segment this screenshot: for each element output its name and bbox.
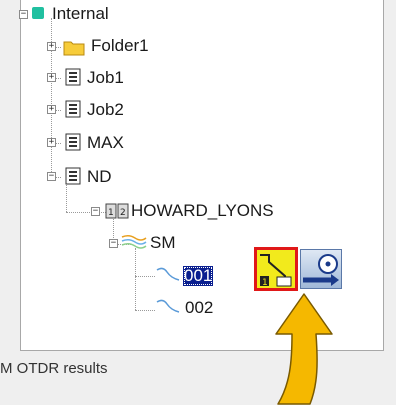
otdr-trace-icon: 1 <box>257 250 295 288</box>
expand-toggle[interactable]: + <box>47 42 56 51</box>
expand-toggle[interactable]: + <box>47 73 56 82</box>
root-icon <box>31 6 45 25</box>
tree-item-trace-001[interactable]: 001 <box>183 266 214 286</box>
tree-item-job1[interactable]: Job1 <box>87 68 124 88</box>
tree-item-sm[interactable]: SM <box>150 233 176 253</box>
expand-toggle[interactable]: + <box>47 138 56 147</box>
svg-text:1: 1 <box>108 208 114 218</box>
cable-icon: 12 <box>105 202 129 225</box>
tree-item-cable[interactable]: HOWARD_LYONS <box>131 201 274 221</box>
job-icon <box>65 68 81 91</box>
tree-line <box>135 248 136 310</box>
collapse-toggle[interactable]: − <box>19 10 28 19</box>
tree-item-job2[interactable]: Job2 <box>87 100 124 120</box>
job-icon <box>65 133 81 156</box>
caption-text: M OTDR results <box>0 360 108 377</box>
trace-icon <box>155 296 181 319</box>
collapse-toggle[interactable]: − <box>47 172 56 181</box>
measurement-icon <box>303 254 339 286</box>
tree-item-internal[interactable]: Internal <box>52 4 109 24</box>
tree-line <box>66 212 106 213</box>
trace-icon <box>155 264 181 287</box>
collapse-toggle[interactable]: − <box>109 239 118 248</box>
collapse-toggle[interactable]: − <box>91 207 100 216</box>
tree-line <box>135 310 155 311</box>
tree-item-trace-002[interactable]: 002 <box>185 298 213 318</box>
expand-toggle[interactable]: + <box>47 105 56 114</box>
tree-line <box>135 276 155 277</box>
tree-item-max[interactable]: MAX <box>87 133 124 153</box>
analysis-button[interactable] <box>300 249 342 289</box>
otdr-trace-button[interactable]: 1 <box>254 247 298 291</box>
job-icon <box>65 100 81 123</box>
tree-item-folder1[interactable]: Folder1 <box>91 36 149 56</box>
fiber-icon <box>121 233 147 254</box>
folder-icon <box>63 38 85 61</box>
job-icon <box>65 167 81 190</box>
pointer-arrow-icon <box>275 293 333 405</box>
tree-item-nd[interactable]: ND <box>87 167 112 187</box>
svg-text:1: 1 <box>262 278 268 288</box>
svg-text:2: 2 <box>120 208 126 218</box>
